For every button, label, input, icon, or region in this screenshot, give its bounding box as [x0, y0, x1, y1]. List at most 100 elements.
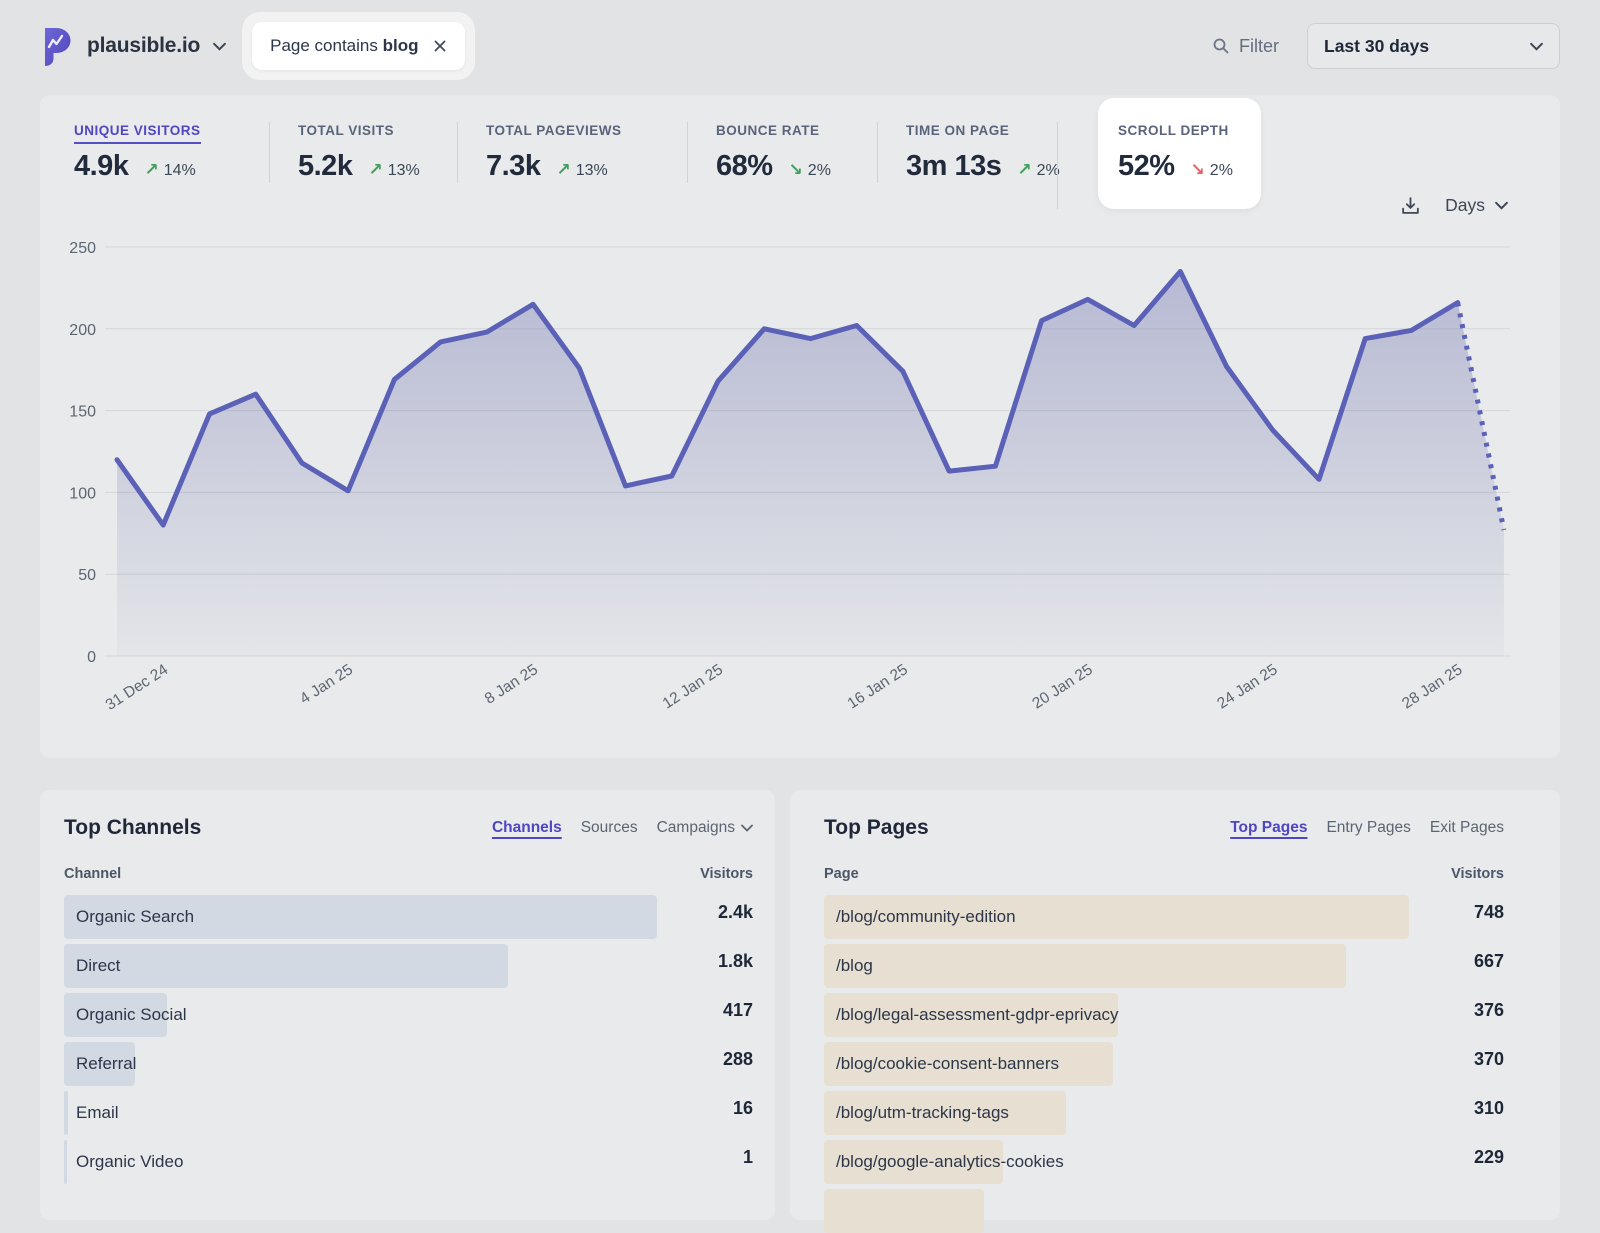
tab-exit-pages[interactable]: Exit Pages: [1430, 819, 1504, 837]
metric-label[interactable]: TIME ON PAGE: [906, 123, 1009, 138]
row-visitors: 16: [733, 1098, 753, 1119]
row-label[interactable]: /blog: [836, 956, 873, 976]
filter-pill-spotlight: Page contains blog: [242, 12, 474, 80]
table-row[interactable]: Organic Social417: [64, 993, 753, 1037]
svg-text:200: 200: [69, 322, 96, 339]
metric-change: 2%: [808, 162, 831, 180]
date-range-value: Last 30 days: [1324, 36, 1429, 57]
tab-sources[interactable]: Sources: [581, 819, 638, 837]
metric-value: 3m 13s: [906, 150, 1001, 183]
metric-label[interactable]: TOTAL VISITS: [298, 123, 394, 138]
metric-label[interactable]: TOTAL PAGEVIEWS: [486, 123, 622, 138]
row-label[interactable]: Email: [76, 1103, 119, 1123]
date-range-dropdown[interactable]: Last 30 days: [1307, 23, 1560, 69]
svg-text:24 Jan 25: 24 Jan 25: [1214, 661, 1280, 712]
row-label[interactable]: /blog/utm-tracking-tags: [836, 1103, 1009, 1123]
svg-text:250: 250: [69, 240, 96, 257]
row-label[interactable]: /blog/legal-assessment-gdpr-eprivacy: [836, 1005, 1119, 1025]
column-header: Page: [824, 866, 859, 882]
table-row[interactable]: Referral 288: [64, 1042, 753, 1086]
table-row[interactable]: /blog/legal-assessment-gdpr-eprivacy 376: [824, 993, 1504, 1037]
visitors-panel: UNIQUE VISITORS4.9k↗14%TOTAL VISITS5.2k↗…: [40, 95, 1560, 758]
table-row[interactable]: /blog/utm-tracking-tags 310: [824, 1091, 1504, 1135]
row-label[interactable]: /blog/cookie-consent-banners: [836, 1054, 1059, 1074]
row-label[interactable]: Organic Social: [76, 1005, 187, 1025]
plausible-logo-icon: [40, 26, 74, 66]
column-header: Visitors: [1451, 866, 1504, 882]
search-icon: [1212, 37, 1230, 55]
svg-text:20 Jan 25: 20 Jan 25: [1029, 661, 1095, 712]
table-row[interactable]: Organic Video 1: [64, 1140, 753, 1184]
table-row[interactable]: Organic Search2.4k: [64, 895, 753, 939]
pages-tabs: Top Pages Entry Pages Exit Pages: [1230, 819, 1504, 837]
channels-tabs: Channels Sources Campaigns: [492, 819, 753, 837]
metric-label[interactable]: UNIQUE VISITORS: [74, 123, 201, 144]
column-headers: Channel Visitors: [64, 866, 753, 882]
top-pages-card: Top Pages Top Pages Entry Pages Exit Pages…: [790, 790, 1560, 1220]
metric-value: 5.2k: [298, 150, 352, 183]
svg-text:12 Jan 25: 12 Jan 25: [660, 661, 726, 712]
metric-value: 4.9k: [74, 150, 128, 183]
filter-button-label: Filter: [1239, 36, 1279, 57]
close-icon[interactable]: [433, 39, 447, 53]
filter-pill-text: Page contains blog: [270, 36, 418, 56]
table-row[interactable]: /blog 667: [824, 944, 1504, 988]
site-name: plausible.io: [87, 34, 200, 58]
row-bar: [824, 1189, 984, 1233]
row-label[interactable]: /blog/google-analytics-cookies: [836, 1152, 1064, 1172]
row-visitors: 1: [743, 1147, 753, 1168]
row-bar: [64, 1140, 67, 1184]
metric-change: 2%: [1210, 162, 1233, 180]
table-row-partial: [824, 1189, 1504, 1233]
row-visitors: 229: [1474, 1147, 1504, 1168]
metric-value: 52%: [1118, 150, 1175, 183]
metric-change: 13%: [388, 162, 420, 180]
row-visitors: 310: [1474, 1098, 1504, 1119]
trend-down-icon: ↘: [1191, 160, 1205, 180]
row-bar: [64, 944, 508, 988]
row-label[interactable]: Direct: [76, 956, 120, 976]
filter-button[interactable]: Filter: [1212, 36, 1279, 57]
table-row[interactable]: /blog/cookie-consent-banners370: [824, 1042, 1504, 1086]
svg-text:4 Jan 25: 4 Jan 25: [297, 661, 356, 708]
card-title: Top Pages: [824, 816, 929, 840]
row-label[interactable]: Organic Video: [76, 1152, 183, 1172]
trend-up-icon: ↗: [144, 160, 158, 180]
column-headers: Page Visitors: [824, 866, 1504, 882]
row-visitors: 376: [1474, 1000, 1504, 1021]
table-row[interactable]: /blog/google-analytics-cookies 229: [824, 1140, 1504, 1184]
site-switcher[interactable]: plausible.io: [40, 26, 226, 66]
row-label[interactable]: Referral: [76, 1054, 136, 1074]
tab-channels[interactable]: Channels: [492, 819, 562, 837]
top-channels-card: Top Channels Channels Sources Campaigns Ch…: [40, 790, 775, 1220]
card-title: Top Channels: [64, 816, 201, 840]
chevron-down-icon: [741, 824, 753, 832]
svg-text:50: 50: [78, 567, 96, 584]
column-header: Channel: [64, 866, 121, 882]
metric-label[interactable]: BOUNCE RATE: [716, 123, 820, 138]
svg-text:28 Jan 25: 28 Jan 25: [1399, 661, 1465, 712]
svg-text:150: 150: [69, 404, 96, 421]
table-row[interactable]: Direct1.8k: [64, 944, 753, 988]
row-visitors: 667: [1474, 951, 1504, 972]
table-row[interactable]: Email 16: [64, 1091, 753, 1135]
pages-table: /blog/community-edition 748/blog 667/blog/…: [824, 895, 1504, 1233]
metric-change: 13%: [576, 162, 608, 180]
row-visitors: 748: [1474, 902, 1504, 923]
svg-text:0: 0: [87, 649, 96, 666]
tab-entry-pages[interactable]: Entry Pages: [1326, 819, 1410, 837]
filter-pill-value: blog: [383, 36, 419, 55]
tab-top-pages[interactable]: Top Pages: [1230, 819, 1307, 837]
table-row[interactable]: /blog/community-edition 748: [824, 895, 1504, 939]
chevron-down-icon[interactable]: [213, 42, 226, 51]
row-label[interactable]: Organic Search: [76, 907, 194, 927]
metric-label[interactable]: SCROLL DEPTH: [1118, 123, 1229, 138]
filter-pill[interactable]: Page contains blog: [252, 22, 464, 70]
trend-up-icon: ↗: [368, 160, 382, 180]
column-header: Visitors: [700, 866, 753, 882]
row-visitors: 288: [723, 1049, 753, 1070]
tab-campaigns[interactable]: Campaigns: [657, 819, 753, 837]
row-label[interactable]: /blog/community-edition: [836, 907, 1016, 927]
visitors-chart[interactable]: 05010015020025031 Dec 244 Jan 258 Jan 25…: [40, 200, 1560, 755]
metrics-row: UNIQUE VISITORS4.9k↗14%TOTAL VISITS5.2k↗…: [40, 95, 1560, 205]
